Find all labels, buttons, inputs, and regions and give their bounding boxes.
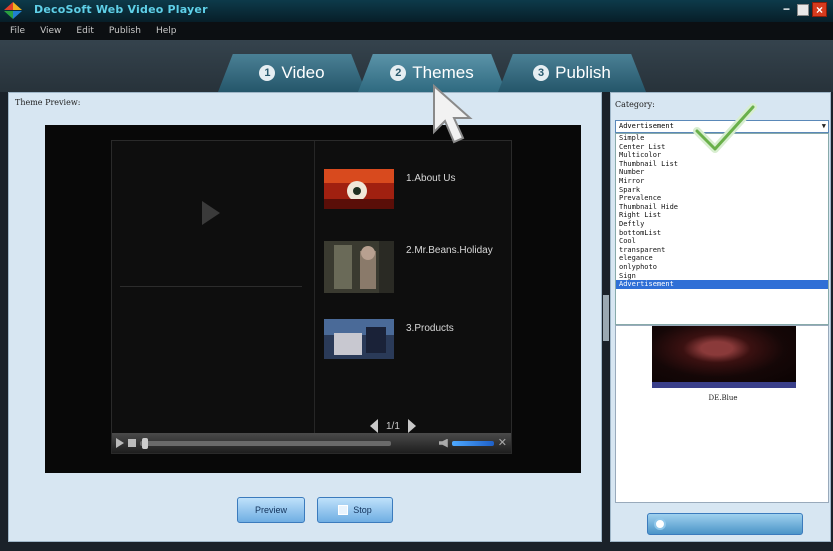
category-option-selected[interactable]: Advertisement [616, 280, 828, 289]
playlist-item[interactable]: 3.Products [324, 319, 509, 375]
divider [120, 286, 302, 287]
video-player: 1.About Us 2.Mr.Beans.Holiday 3.Products… [111, 140, 512, 454]
theme-thumbnail-panel: DE.Blue [615, 325, 829, 503]
preview-button[interactable]: Preview [237, 497, 305, 523]
category-panel: Category: Advertisement ▼ Simple Center … [610, 92, 831, 542]
theme-name: DE.Blue [708, 394, 738, 402]
check-icon [693, 103, 757, 153]
category-option[interactable]: elegance [616, 254, 828, 263]
menu-edit[interactable]: Edit [76, 26, 93, 36]
category-option[interactable]: Mirror [616, 177, 828, 186]
seek-bar[interactable] [140, 437, 391, 449]
category-option[interactable]: Cool [616, 237, 828, 246]
panel-splitter[interactable] [603, 295, 609, 341]
category-selected-value: Advertisement [619, 122, 674, 130]
chevron-down-icon: ▼ [821, 122, 826, 130]
minimize-button[interactable]: − [779, 2, 794, 17]
thumbnail-control-strip [652, 382, 796, 388]
category-option[interactable]: Spark [616, 186, 828, 195]
category-option[interactable]: onlyphoto [616, 263, 828, 272]
app-logo-icon [4, 2, 22, 19]
menu-help[interactable]: Help [156, 26, 177, 36]
playlist: 1.About Us 2.Mr.Beans.Holiday 3.Products… [316, 141, 512, 433]
stop-preview-button[interactable]: Stop [317, 497, 393, 523]
player-control-bar: ✕ [112, 433, 511, 453]
tab-label: Publish [555, 63, 611, 82]
seek-handle[interactable] [142, 437, 148, 449]
pagination: 1/1 [370, 419, 416, 433]
tab-label: Themes [412, 63, 474, 82]
menu-bar: File View Edit Publish Help [0, 22, 833, 40]
playlist-item[interactable]: 1.About Us [324, 169, 509, 225]
video-thumbnail [324, 241, 394, 293]
category-option[interactable]: transparent [616, 246, 828, 255]
tab-strip: 1 Video 2 Themes 3 Publish [0, 40, 833, 92]
next-page-button[interactable] [407, 419, 416, 433]
tab-number-badge: 2 [390, 65, 407, 81]
tab-publish[interactable]: 3 Publish [498, 54, 646, 92]
theme-preview-label: Theme Preview: [15, 98, 81, 107]
playlist-item-label: 2.Mr.Beans.Holiday [406, 245, 493, 256]
menu-view[interactable]: View [40, 26, 61, 36]
play-icon [202, 201, 220, 225]
tab-number-badge: 3 [533, 65, 550, 81]
stop-icon [338, 505, 349, 515]
title-bar: DecoSoft Web Video Player − × [0, 0, 833, 22]
category-option[interactable]: Sign [616, 272, 828, 281]
window-controls: − × [779, 2, 827, 17]
category-option[interactable]: bottomList [616, 229, 828, 238]
playlist-item-label: 3.Products [406, 323, 454, 334]
menu-file[interactable]: File [10, 26, 25, 36]
tab-video[interactable]: 1 Video [218, 54, 366, 92]
menu-publish[interactable]: Publish [109, 26, 141, 36]
category-option[interactable]: Prevalence [616, 194, 828, 203]
category-option[interactable]: Right List [616, 211, 828, 220]
close-button[interactable]: × [812, 2, 827, 17]
preview-button-label: Preview [254, 505, 287, 515]
theme-preview-panel: Theme Preview: 1.About Us 2.Mr.Beans.Hol… [8, 92, 602, 542]
theme-action-button[interactable] [647, 513, 803, 535]
category-label: Category: [615, 100, 655, 109]
tab-number-badge: 1 [259, 65, 276, 81]
volume-slider[interactable] [451, 440, 494, 446]
page-indicator: 1/1 [386, 420, 400, 432]
playlist-item[interactable]: 2.Mr.Beans.Holiday [324, 241, 509, 297]
volume-icon[interactable] [438, 438, 448, 448]
video-screen[interactable] [112, 141, 315, 433]
tab-label: Video [281, 63, 325, 82]
video-thumbnail [324, 169, 394, 209]
category-option[interactable]: Number [616, 168, 828, 177]
previous-page-button[interactable] [370, 419, 378, 433]
stop-button[interactable] [128, 439, 136, 447]
cursor-arrow-icon [433, 84, 473, 144]
playlist-item-label: 1.About Us [406, 173, 456, 184]
category-option[interactable]: Thumbnail List [616, 160, 828, 169]
theme-thumbnail[interactable] [652, 326, 796, 382]
app-title: DecoSoft Web Video Player [34, 3, 208, 16]
fullscreen-icon[interactable]: ✕ [498, 437, 507, 449]
category-option[interactable]: Thumbnail Hide [616, 203, 828, 212]
disc-icon [654, 518, 666, 530]
play-button[interactable] [116, 438, 124, 448]
stop-button-label: Stop [353, 505, 372, 515]
video-thumbnail [324, 319, 394, 359]
maximize-button[interactable] [797, 4, 809, 16]
category-options-list: Simple Center List Multicolor Thumbnail … [615, 133, 829, 325]
category-option[interactable]: Deftly [616, 220, 828, 229]
